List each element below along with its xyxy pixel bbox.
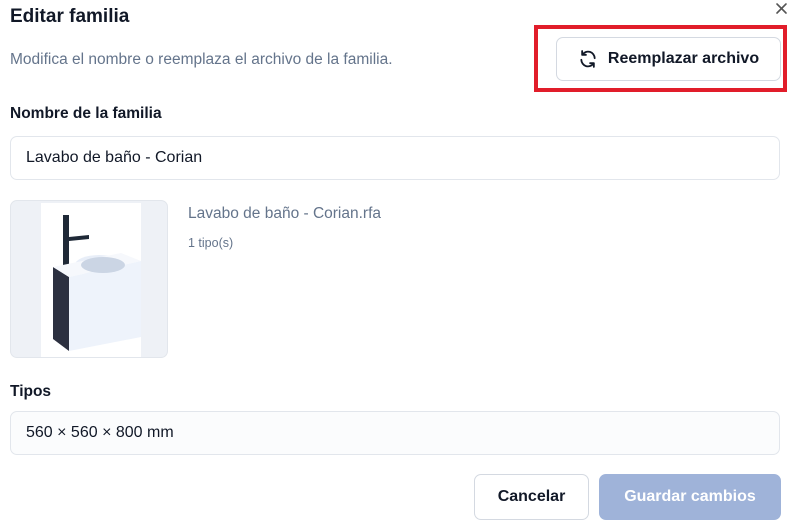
family-name-label: Nombre de la familia bbox=[10, 105, 162, 122]
replace-file-button[interactable]: Reemplazar archivo bbox=[556, 37, 781, 81]
types-value: 560 × 560 × 800 mm bbox=[26, 424, 174, 441]
close-icon[interactable] bbox=[772, 0, 790, 18]
types-label: Tipos bbox=[10, 383, 52, 400]
refresh-icon bbox=[578, 49, 598, 69]
edit-family-dialog: Editar familia Modifica el nombre o reem… bbox=[0, 0, 794, 520]
save-changes-button[interactable]: Guardar cambios bbox=[599, 474, 781, 520]
family-name-value: Lavabo de baño - Corian bbox=[26, 149, 203, 166]
types-input[interactable]: 560 × 560 × 800 mm bbox=[10, 411, 780, 455]
replace-file-label: Reemplazar archivo bbox=[607, 50, 760, 67]
cancel-button[interactable]: Cancelar bbox=[474, 474, 589, 520]
file-name: Lavabo de baño - Corian.rfa bbox=[188, 205, 382, 222]
dialog-subtitle: Modifica el nombre o reemplaza el archiv… bbox=[10, 51, 393, 68]
dialog-title: Editar familia bbox=[10, 6, 130, 27]
family-name-input[interactable]: Lavabo de baño - Corian bbox=[10, 136, 780, 180]
sink-thumbnail bbox=[10, 200, 168, 358]
type-count: 1 tipo(s) bbox=[188, 236, 234, 250]
